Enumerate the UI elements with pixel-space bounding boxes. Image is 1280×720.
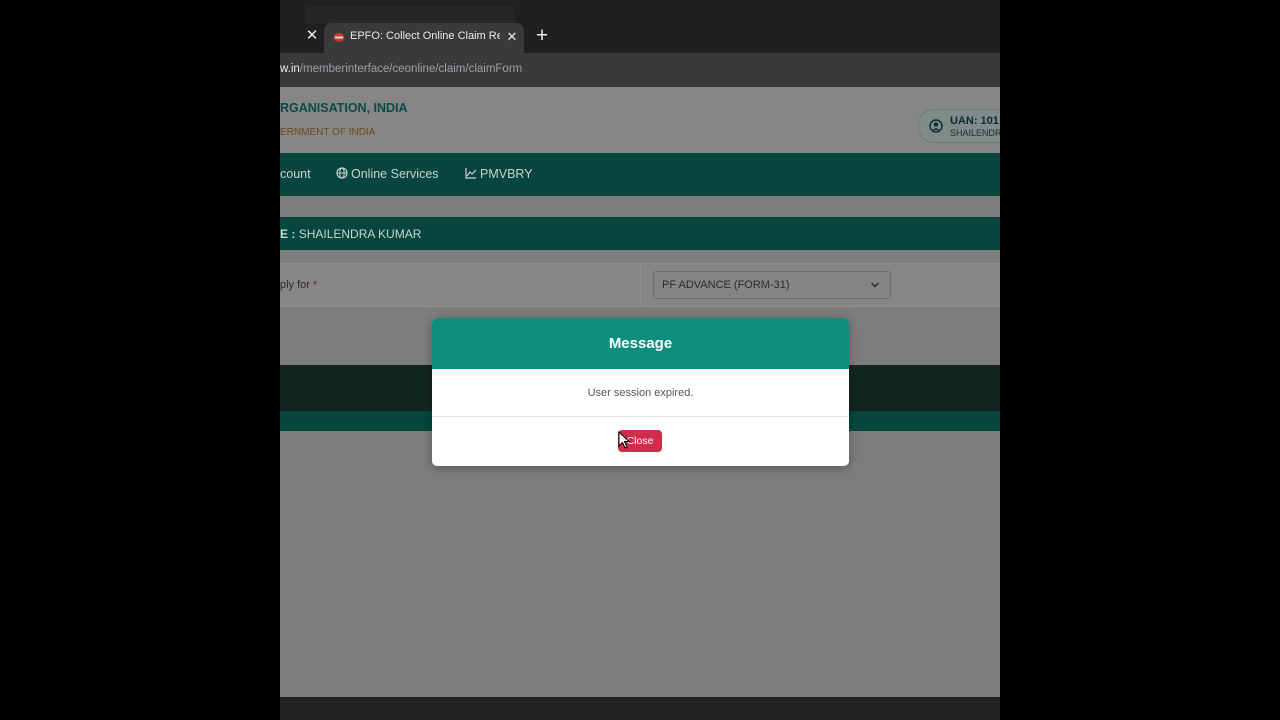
line-chart-icon [465, 168, 477, 179]
url-text[interactable]: w.in/memberinterface/ceonline/claim/clai… [280, 63, 522, 75]
nav-item-account[interactable]: count [280, 167, 311, 181]
modal-title: Message [608, 335, 673, 352]
nav-item-label: Online Services [351, 167, 439, 181]
chevron-down-icon [870, 282, 880, 288]
url-host: w.in [280, 63, 300, 75]
uan-number: UAN: 101 [950, 115, 999, 127]
member-name-prefix: E : [280, 227, 296, 241]
nav-item-pmvbry[interactable]: PMVBRY [465, 167, 533, 181]
browser-bottom-bar [280, 697, 1000, 720]
column-divider [640, 264, 641, 306]
tab-title: EPFO: Collect Online Claim Receip [350, 30, 500, 42]
member-name-value: SHAILENDRA KUMAR [298, 227, 422, 241]
organisation-subtitle: ERNMENT OF INDIA [280, 127, 376, 138]
uan-member-name: SHAILENDR [950, 128, 1000, 138]
apply-for-row: ply for * PF ADVANCE (FORM-31) [280, 263, 1000, 307]
uan-badge[interactable]: UAN: 101 SHAILENDR [918, 109, 1000, 143]
mouse-cursor-icon [618, 431, 630, 449]
claim-type-value: PF ADVANCE (FORM-31) [662, 279, 790, 291]
message-modal: Message User session expired. Close [432, 318, 849, 466]
nav-item-label: count [280, 167, 311, 181]
tab-ghost-preview [305, 6, 515, 24]
site-header: RGANISATION, INDIA ERNMENT OF INDIA UAN:… [280, 87, 1000, 153]
url-path: /memberinterface/ceonline/claim/claimFor… [299, 63, 523, 75]
globe-icon [336, 167, 348, 179]
main-navbar: count Online Services PMVBRY [280, 153, 1000, 196]
tab-active[interactable]: EPFO: Collect Online Claim Receip ✕ [324, 23, 524, 53]
nav-item-label: PMVBRY [480, 167, 533, 181]
member-name-bar: E : SHAILENDRA KUMAR [280, 217, 1000, 250]
organisation-name: RGANISATION, INDIA [280, 101, 408, 115]
modal-body: User session expired. [432, 369, 849, 417]
epfo-favicon-icon [333, 33, 345, 42]
address-bar[interactable]: w.in/memberinterface/ceonline/claim/clai… [280, 53, 1000, 87]
apply-for-label: ply for * [280, 279, 317, 291]
member-name: E : SHAILENDRA KUMAR [280, 227, 421, 241]
new-tab-icon[interactable]: + [532, 25, 552, 46]
user-circle-icon [929, 119, 943, 133]
tab-close-icon[interactable]: ✕ [505, 30, 519, 44]
modal-message: User session expired. [587, 387, 694, 399]
previous-tab-close-icon[interactable]: ✕ [304, 28, 320, 44]
nav-item-online-services[interactable]: Online Services [336, 167, 439, 181]
modal-header: Message [432, 318, 849, 369]
required-marker: * [313, 279, 318, 291]
tab-strip: ✕ EPFO: Collect Online Claim Receip ✕ + [280, 0, 1000, 53]
apply-for-text: ply for [280, 279, 310, 291]
claim-type-select[interactable]: PF ADVANCE (FORM-31) [653, 271, 891, 299]
